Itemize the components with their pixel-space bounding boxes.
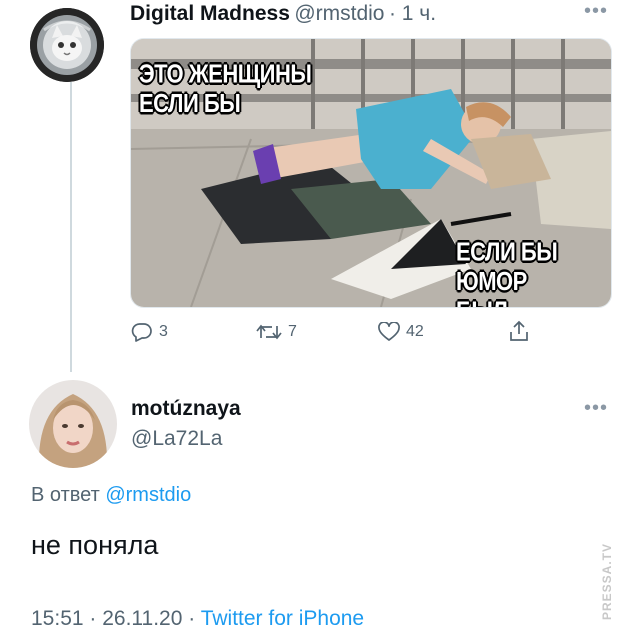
reply-to-line: В ответ @rmstdio [31, 484, 191, 507]
reply-more-icon[interactable]: ••• [584, 397, 608, 420]
author-name[interactable]: Digital Madness [130, 2, 290, 25]
heart-icon [378, 322, 400, 341]
client-link[interactable]: Twitter for iPhone [201, 607, 364, 630]
share-icon [510, 320, 528, 341]
tweet-header: Digital Madness @rmstdio · 1 ч. [130, 2, 436, 26]
reply-footer: 15:51 · 26.11.20 · Twitter for iPhone [31, 607, 364, 631]
meme-bottom-caption: ЕСЛИ БЫ ЮМОР БЫЛ РАБОТОЙ [456, 237, 611, 307]
reply-action[interactable]: 3 [131, 322, 168, 342]
retweet-action[interactable]: 7 [256, 322, 297, 342]
thread-connector-line [70, 82, 72, 372]
reply-count: 3 [159, 323, 168, 340]
meme-image[interactable]: ЭТО ЖЕНЩИНЫ ЕСЛИ БЫ ЕСЛИ БЫ ЮМОР БЫЛ РАБ… [130, 38, 612, 308]
reply-author-handle[interactable]: @La72La [131, 427, 222, 451]
reply-author-name[interactable]: motúznaya [131, 397, 241, 421]
author-avatar[interactable] [30, 8, 104, 82]
meme-bottom-caption-line1: ЕСЛИ БЫ ЮМОР [456, 237, 558, 296]
retweet-icon [256, 324, 282, 340]
meme-bottom-caption-line2: БЫЛ РАБОТОЙ [456, 296, 611, 307]
author-handle[interactable]: @rmstdio [294, 2, 384, 25]
tweet-time[interactable]: · 1 ч. [389, 2, 436, 25]
reply-timestamp[interactable]: 15:51 · 26.11.20 · [31, 607, 195, 630]
meme-top-caption: ЭТО ЖЕНЩИНЫ ЕСЛИ БЫ [139, 59, 312, 119]
reply-to-prefix: В ответ [31, 484, 100, 506]
reply-author-avatar[interactable] [29, 380, 117, 468]
reply-icon [131, 323, 152, 342]
reply-text: не поняла [31, 530, 159, 560]
reply-to-handle-link[interactable]: @rmstdio [105, 484, 191, 506]
retweet-count: 7 [288, 323, 297, 340]
share-action[interactable] [508, 320, 530, 342]
profile-photo-icon [29, 380, 117, 468]
like-count: 42 [406, 323, 424, 340]
astronaut-cat-avatar-icon [30, 8, 104, 82]
like-action[interactable]: 42 [378, 322, 424, 342]
watermark: PRESSA.TV [600, 542, 614, 620]
meme-top-caption-line2: ЕСЛИ БЫ [139, 88, 241, 119]
meme-top-caption-line1: ЭТО ЖЕНЩИНЫ [139, 59, 312, 89]
tweet-more-icon[interactable]: ••• [584, 0, 608, 23]
